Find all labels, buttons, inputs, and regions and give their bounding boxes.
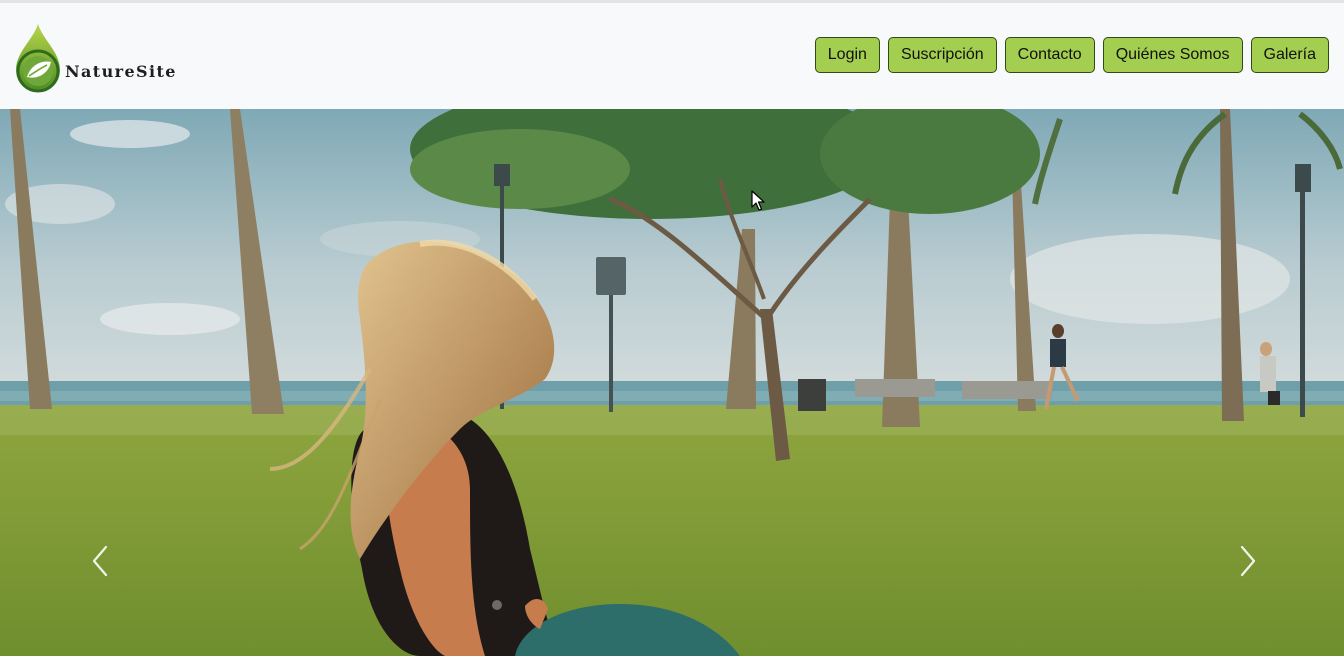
nav-quienes-somos-button[interactable]: Quiénes Somos: [1102, 37, 1243, 73]
brand-name: NatureSite: [65, 62, 177, 81]
nav-suscripcion-button[interactable]: Suscripción: [887, 37, 997, 73]
carousel-next-button[interactable]: [1232, 541, 1262, 581]
chevron-right-icon: [1240, 545, 1256, 577]
hero-carousel: [0, 109, 1344, 656]
chevron-left-icon: [92, 545, 108, 577]
main-nav: Login Suscripción Contacto Quiénes Somos…: [814, 37, 1329, 73]
carousel-prev-button[interactable]: [86, 541, 116, 581]
leaf-drop-icon: [16, 24, 60, 93]
mouse-cursor-icon: [751, 190, 765, 217]
navbar: NatureSite Login Suscripción Contacto Qu…: [0, 3, 1344, 109]
carousel-slide-image: [0, 109, 1344, 656]
brand-logo[interactable]: NatureSite: [13, 22, 183, 94]
nav-galeria-button[interactable]: Galería: [1250, 37, 1329, 73]
nav-contacto-button[interactable]: Contacto: [1004, 37, 1095, 73]
nav-login-button[interactable]: Login: [814, 37, 880, 73]
